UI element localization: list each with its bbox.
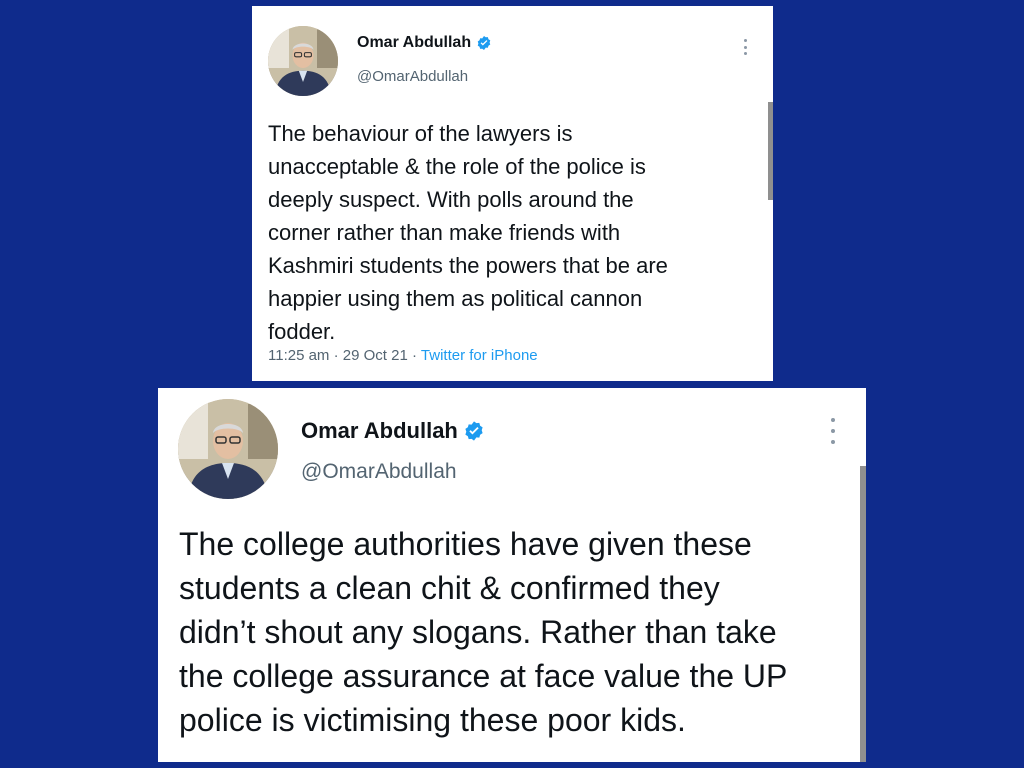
avatar-image bbox=[268, 26, 338, 96]
more-options-dot bbox=[831, 418, 835, 422]
tweet-text-line: deeply suspect. With polls around the bbox=[268, 187, 634, 212]
verified-badge-icon bbox=[463, 420, 485, 442]
tweet-text-line: The college authorities have given these bbox=[179, 526, 752, 562]
more-options-dot bbox=[743, 45, 747, 49]
more-options-icon[interactable] bbox=[742, 39, 748, 55]
scrollbar-thumb[interactable] bbox=[768, 102, 773, 200]
author-name[interactable]: Omar Abdullah bbox=[301, 418, 485, 444]
tweet-card-2[interactable]: Omar Abdullah @OmarAbdullah The college … bbox=[158, 388, 866, 762]
tweet-text: The behaviour of the lawyers is unaccept… bbox=[268, 117, 668, 348]
tweet-text-line: The behaviour of the lawyers is bbox=[268, 121, 573, 146]
tweet-text-line: corner rather than make friends with bbox=[268, 220, 621, 245]
tweet-source-link[interactable]: Twitter for iPhone bbox=[421, 347, 538, 364]
avatar[interactable] bbox=[178, 399, 278, 499]
tweet-text-line: police is victimising these poor kids. bbox=[179, 702, 686, 738]
author-handle[interactable]: @OmarAbdullah bbox=[301, 460, 457, 484]
tweet-text-line: fodder. bbox=[268, 319, 336, 344]
author-name-text: Omar Abdullah bbox=[301, 418, 458, 443]
more-options-dot bbox=[743, 39, 747, 42]
tweet-card-1[interactable]: Omar Abdullah @OmarAbdullah The behaviou… bbox=[252, 6, 773, 381]
avatar[interactable] bbox=[268, 26, 338, 96]
meta-separator: · bbox=[333, 347, 339, 364]
meta-separator: · bbox=[412, 347, 417, 364]
tweet-text-line: Kashmiri students the powers that be are bbox=[268, 253, 668, 278]
more-options-dot bbox=[831, 440, 835, 444]
author-name[interactable]: Omar Abdullah bbox=[357, 34, 492, 52]
more-options-icon[interactable] bbox=[830, 418, 836, 444]
author-handle[interactable]: @OmarAbdullah bbox=[357, 68, 468, 85]
verified-badge-icon bbox=[476, 35, 492, 51]
tweet-text-line: didn’t shout any slogans. Rather than ta… bbox=[179, 614, 777, 650]
tweet-date[interactable]: 29 Oct 21 bbox=[343, 347, 408, 364]
scrollbar-thumb[interactable] bbox=[860, 466, 866, 762]
more-options-dot bbox=[831, 429, 835, 433]
tweet-time[interactable]: 11:25 am bbox=[268, 347, 329, 364]
avatar-image bbox=[178, 399, 278, 499]
tweet-metadata: 11:25 am · 29 Oct 21 · Twitter for iPhon… bbox=[268, 347, 538, 364]
tweet-text: The college authorities have given these… bbox=[179, 522, 787, 742]
author-name-text: Omar Abdullah bbox=[357, 34, 472, 51]
tweet-text-line: students a clean chit & confirmed they bbox=[179, 570, 720, 606]
tweet-text-line: unacceptable & the role of the police is bbox=[268, 154, 646, 179]
more-options-dot bbox=[743, 52, 747, 55]
tweet-text-line: happier using them as political cannon bbox=[268, 286, 643, 311]
tweet-text-line: the college assurance at face value the … bbox=[179, 658, 788, 694]
